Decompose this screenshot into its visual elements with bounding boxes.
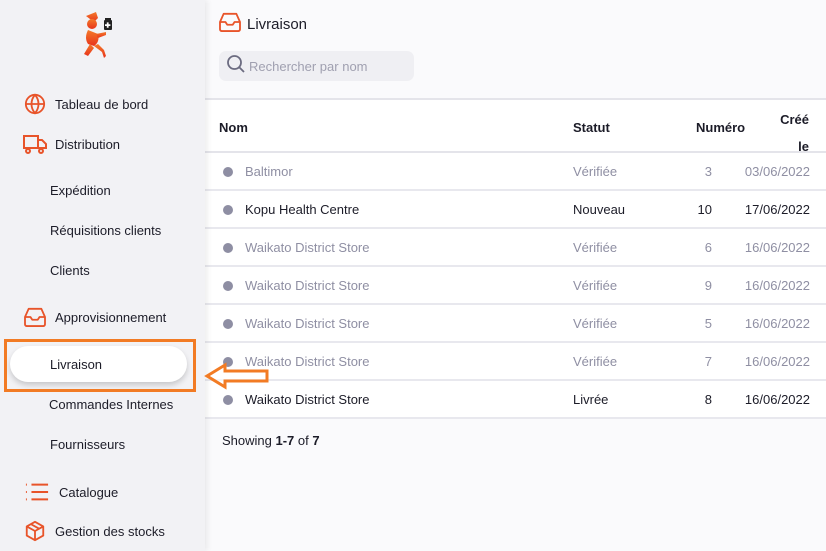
status-dot-icon	[223, 243, 233, 253]
sidebar-item-label: Fournisseurs	[50, 436, 126, 452]
table-row[interactable]: Waikato District Store Vérifiée 6 16/06/202…	[205, 229, 826, 267]
app-logo[interactable]	[78, 8, 118, 64]
sidebar-item-inbound-shipment[interactable]: Livraison	[10, 346, 187, 382]
search-input[interactable]	[249, 58, 409, 74]
sidebar-item-suppliers[interactable]: Fournisseurs	[0, 429, 205, 459]
sidebar-item-internal-orders[interactable]: Commandes Internes	[0, 389, 205, 419]
table-row[interactable]: Waikato District Store Livrée 8 16/06/2022	[205, 381, 826, 419]
footer-prefix: Showing	[222, 433, 272, 448]
status-dot-icon	[223, 319, 233, 329]
sidebar-item-expedition[interactable]: Expédition	[0, 175, 205, 205]
cell-name: Kopu Health Centre	[245, 202, 360, 217]
cell-status: Livrée	[573, 392, 609, 407]
column-header-created[interactable]: Créé le	[769, 106, 809, 160]
inbox-icon	[23, 305, 47, 329]
search-icon	[226, 54, 246, 79]
cell-number: 9	[704, 278, 712, 293]
status-dot-icon	[223, 395, 233, 405]
cell-status: Nouveau	[573, 202, 626, 217]
inbox-icon	[219, 12, 241, 37]
cell-status: Vérifiée	[573, 354, 618, 369]
sidebar-item-label: Tableau de bord	[55, 96, 149, 112]
cell-created: 16/06/2022	[744, 354, 810, 369]
sidebar-item-label: Catalogue	[59, 484, 119, 500]
sidebar-item-label: Approvisionnement	[55, 309, 167, 325]
sidebar-item-label: Distribution	[55, 136, 121, 152]
sidebar-item-dashboard[interactable]: Tableau de bord	[0, 89, 205, 119]
column-header-created-line2: le	[798, 139, 809, 154]
cell-created: 16/06/2022	[744, 278, 810, 293]
globe-icon	[23, 92, 47, 116]
sidebar-item-label: Commandes Internes	[49, 396, 174, 412]
sidebar-item-customer-requisitions[interactable]: Réquisitions clients	[0, 215, 205, 245]
cell-number: 10	[697, 202, 712, 217]
cell-created: 17/06/2022	[744, 202, 810, 217]
cell-status: Vérifiée	[573, 240, 618, 255]
column-header-name[interactable]: Nom	[219, 120, 248, 135]
table-body: Baltimor Vérifiée 3 03/06/2022 Kopu Health C…	[205, 153, 826, 419]
box-icon	[23, 519, 47, 543]
list-icon	[25, 480, 49, 504]
cell-created: 16/06/2022	[744, 240, 810, 255]
status-dot-icon	[223, 205, 233, 215]
cell-created: 16/06/2022	[744, 316, 810, 331]
cell-created: 16/06/2022	[744, 392, 810, 407]
cell-number: 3	[704, 164, 712, 179]
cell-number: 8	[704, 392, 712, 407]
table-row[interactable]: Kopu Health Centre Nouveau 10 17/06/2022	[205, 191, 826, 229]
sidebar-item-replenishment[interactable]: Approvisionnement	[0, 302, 205, 332]
cell-name: Baltimor	[245, 164, 293, 179]
column-header-status[interactable]: Statut	[573, 120, 610, 135]
footer-range: 1-7	[275, 433, 295, 448]
arrow-annotation-icon	[203, 362, 273, 395]
table-row[interactable]: Baltimor Vérifiée 3 03/06/2022	[205, 153, 826, 191]
cell-name: Waikato District Store	[245, 316, 370, 331]
cell-created: 03/06/2022	[744, 164, 810, 179]
cell-status: Vérifiée	[573, 316, 618, 331]
sidebar-item-label: Livraison	[50, 356, 103, 372]
cell-number: 6	[704, 240, 712, 255]
table-header: Nom Statut Numéro Créé le	[205, 98, 826, 154]
shipments-table: Nom Statut Numéro Créé le Baltimor Vérifi…	[205, 98, 826, 448]
footer-of: of	[297, 433, 309, 448]
page-title: Livraison	[247, 16, 308, 33]
main-content: Livraison Nom Statut Numéro Créé le Balt…	[205, 0, 826, 551]
truck-icon	[23, 132, 47, 156]
sidebar-item-label: Réquisitions clients	[50, 222, 162, 238]
table-row[interactable]: Waikato District Store Vérifiée 9 16/06/202…	[205, 267, 826, 305]
footer-total: 7	[312, 433, 320, 448]
cell-number: 7	[704, 354, 712, 369]
column-header-created-line1: Créé	[780, 112, 809, 127]
sidebar-item-label: Gestion des stocks	[55, 523, 165, 539]
cell-status: Vérifiée	[573, 164, 618, 179]
sidebar-item-label: Expédition	[50, 182, 111, 198]
sidebar-item-customers[interactable]: Clients	[0, 255, 205, 285]
cell-status: Vérifiée	[573, 278, 618, 293]
search-box[interactable]	[219, 51, 414, 81]
cell-number: 5	[704, 316, 712, 331]
cell-name: Waikato District Store	[245, 278, 370, 293]
column-header-number[interactable]: Numéro	[696, 120, 745, 135]
sidebar-item-inventory[interactable]: Gestion des stocks	[0, 516, 205, 546]
cell-name: Waikato District Store	[245, 240, 370, 255]
table-row[interactable]: Waikato District Store Vérifiée 7 16/06/202…	[205, 343, 826, 381]
sidebar-item-catalogue[interactable]: Catalogue	[0, 477, 205, 507]
sidebar-item-distribution[interactable]: Distribution	[0, 129, 205, 159]
page-header: Livraison	[219, 12, 307, 37]
sidebar-item-label: Clients	[50, 262, 90, 278]
status-dot-icon	[223, 281, 233, 291]
pagination-summary: Showing 1-7 of 7	[205, 419, 826, 448]
status-dot-icon	[223, 167, 233, 177]
sidebar: Tableau de bord Distribution Expédition …	[0, 0, 205, 551]
table-row[interactable]: Waikato District Store Vérifiée 5 16/06/202…	[205, 305, 826, 343]
